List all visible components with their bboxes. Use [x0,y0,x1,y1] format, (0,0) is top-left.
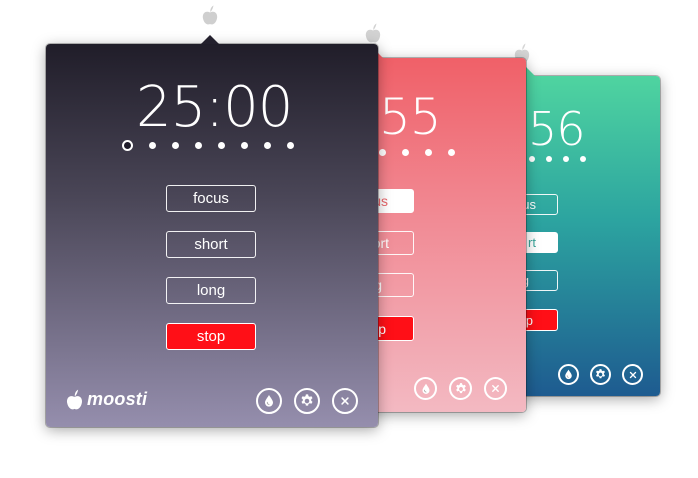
menubar-app-icon[interactable] [202,4,218,26]
color-drop-icon [562,368,575,381]
session-dot-active [122,140,133,151]
stop-button[interactable]: stop [166,323,256,350]
color-drop-icon [419,382,433,396]
settings-button[interactable] [449,377,472,400]
session-dot [529,156,535,162]
settings-button[interactable] [294,388,320,414]
timer-window-main: 25:00 focus short long stop moosti [46,35,378,427]
session-dots [122,140,294,151]
close-button[interactable] [332,388,358,414]
short-button[interactable]: short [166,231,256,258]
close-icon [338,394,352,408]
session-dots [529,156,586,162]
session-dot [448,149,455,156]
session-dots [379,149,455,156]
menubar-app-icon[interactable] [365,22,381,44]
brand-logo: moosti [66,388,147,411]
gear-icon [454,382,468,396]
brand-name: moosti [87,389,148,409]
theme-button[interactable] [256,388,282,414]
session-dot [149,142,156,149]
timer-display: 56 [528,102,586,156]
gear-icon [299,393,315,409]
session-dot [241,142,248,149]
session-dot [287,142,294,149]
session-dot [402,149,409,156]
timer-display: 55 [379,88,442,146]
color-drop-icon [261,393,277,409]
focus-button[interactable]: focus [166,185,256,212]
session-dot [425,149,432,156]
session-dot [218,142,225,149]
timer-display: 25:00 [136,75,293,140]
long-button[interactable]: long [166,277,256,304]
session-dot [379,149,386,156]
close-button[interactable] [622,364,643,385]
session-dot [546,156,552,162]
session-dot [264,142,271,149]
session-dot [172,142,179,149]
theme-button[interactable] [558,364,579,385]
moosti-apple-icon [66,388,83,411]
close-icon [627,369,639,381]
close-icon [489,382,502,395]
session-dot [195,142,202,149]
session-dot [580,156,586,162]
settings-button[interactable] [590,364,611,385]
theme-button[interactable] [414,377,437,400]
close-button[interactable] [484,377,507,400]
session-dot [563,156,569,162]
gear-icon [594,368,607,381]
